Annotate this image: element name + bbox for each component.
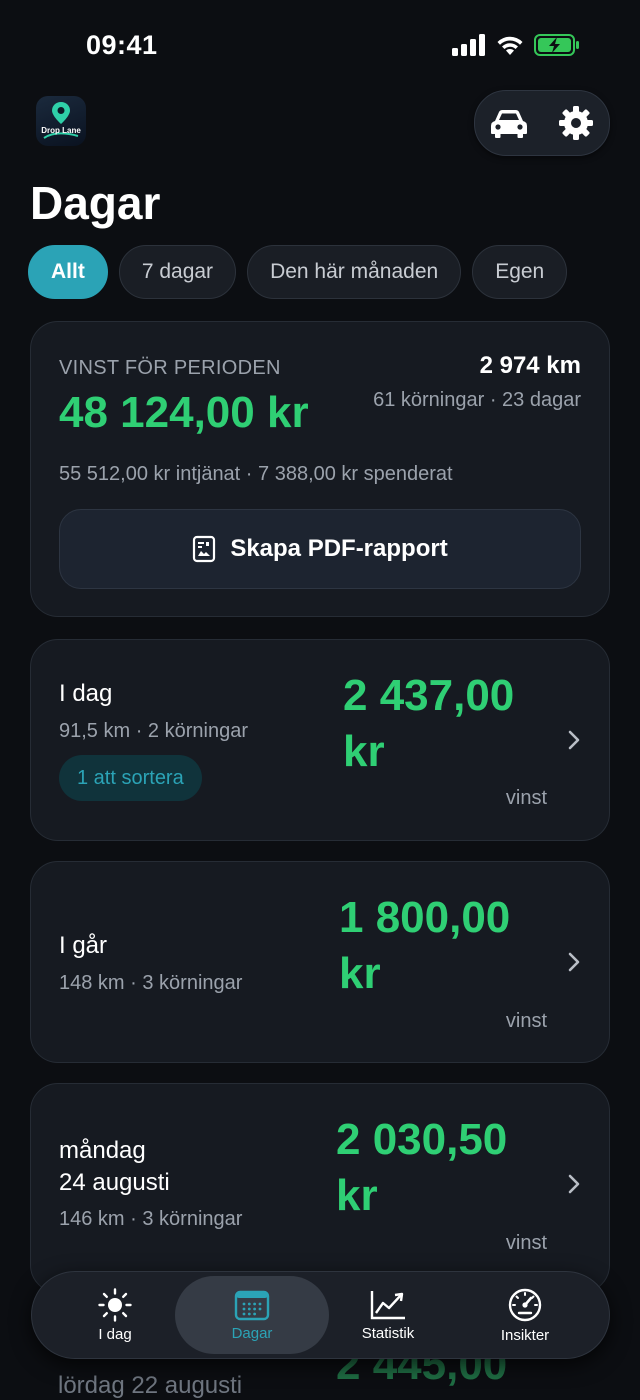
day-profit-label: vinst [505,787,547,809]
status-icons [452,34,580,56]
day-profit-value: 2 437,00 [343,671,515,720]
day-profit-amount: 2 437,00 kr [343,668,514,780]
summary-distance: 2 974 km [479,352,581,379]
day-card-monday-24-august[interactable]: måndag 24 augusti 146 km · 3 körningar 2… [30,1083,610,1293]
filter-chip-custom[interactable]: Egen [472,245,568,299]
app-logo: Drop Lane [36,96,86,146]
day-profit-currency: kr [339,949,381,998]
day-profit-amount: 2 030,50 kr [336,1112,507,1224]
battery-charging-icon [534,34,579,56]
filter-chip-7-days[interactable]: 7 dagar [118,245,237,299]
day-weekday: måndag [59,1137,146,1164]
calendar-icon [234,1290,270,1320]
wifi-icon [497,36,523,55]
day-date: 24 augusti [59,1169,170,1196]
chart-icon [370,1290,405,1319]
filter-chip-this-month[interactable]: Den här månaden [247,245,462,299]
vehicle-button[interactable] [475,91,542,155]
day-distance-trips: 148 km · 3 körningar [59,972,243,994]
bottom-tab-bar: I dag Dagar Statistik Insikter [31,1271,610,1359]
chevron-right-icon [568,952,580,972]
day-card-today[interactable]: I dag 91,5 km · 2 körningar 1 att sorter… [30,639,610,841]
tab-today-label: I dag [98,1325,132,1343]
day-profit-value: 1 800,00 [339,893,511,942]
summary-trips-days: 61 körningar · 23 dagar [373,389,581,411]
settings-button[interactable] [542,91,609,155]
peek-day-title: lördag 22 augusti [58,1372,243,1399]
document-report-icon [193,535,216,563]
tab-today[interactable]: I dag [38,1276,192,1354]
tab-insights-label: Insikter [500,1326,550,1344]
day-profit-value: 2 030,50 [336,1115,508,1164]
tab-days[interactable]: Dagar [175,1276,329,1354]
period-filters: Allt 7 dagar Den här månaden Egen [28,245,568,299]
gauge-icon [508,1288,542,1321]
day-profit-label: vinst [505,1232,547,1254]
car-icon [490,110,527,138]
day-profit-currency: kr [343,727,385,776]
day-distance-trips: 146 km · 3 körningar [59,1208,243,1230]
tab-statistics-label: Statistik [361,1324,415,1342]
day-profit-amount: 1 800,00 kr [339,890,510,1002]
filter-chip-all[interactable]: Allt [28,245,108,299]
day-card-yesterday[interactable]: I går 148 km · 3 körningar 1 800,00 kr v… [30,861,610,1063]
summary-label: VINST FÖR PERIODEN [59,357,281,379]
chevron-right-icon [568,730,580,750]
summary-profit: 48 124,00 kr [59,388,309,437]
create-pdf-report-button[interactable]: Skapa PDF-rapport [59,509,581,589]
tab-statistics[interactable]: Statistik [311,1276,465,1354]
day-profit-currency: kr [336,1171,378,1220]
gear-icon [558,106,593,140]
day-distance-trips: 91,5 km · 2 körningar [59,720,248,742]
cellular-signal-icon [452,34,485,56]
status-time: 09:41 [86,30,158,60]
day-title: I dag [59,680,113,707]
day-profit-label: vinst [505,1010,547,1032]
summary-earned-spent: 55 512,00 kr intjänat · 7 388,00 kr spen… [59,463,453,485]
page-title: Dagar [30,177,161,229]
sun-icon [98,1287,132,1322]
day-title: I går [59,932,108,959]
header-actions [474,90,610,156]
create-pdf-report-label: Skapa PDF-rapport [230,535,448,562]
day-title: måndag 24 augusti [59,1135,170,1199]
period-summary-card: VINST FÖR PERIODEN 48 124,00 kr 2 974 km… [30,321,610,617]
unsorted-trips-badge[interactable]: 1 att sortera [59,755,202,801]
tab-insights[interactable]: Insikter [448,1276,602,1354]
app-logo-text: Drop Lane [41,126,81,135]
tab-days-label: Dagar [231,1324,273,1342]
chevron-right-icon [568,1174,580,1194]
